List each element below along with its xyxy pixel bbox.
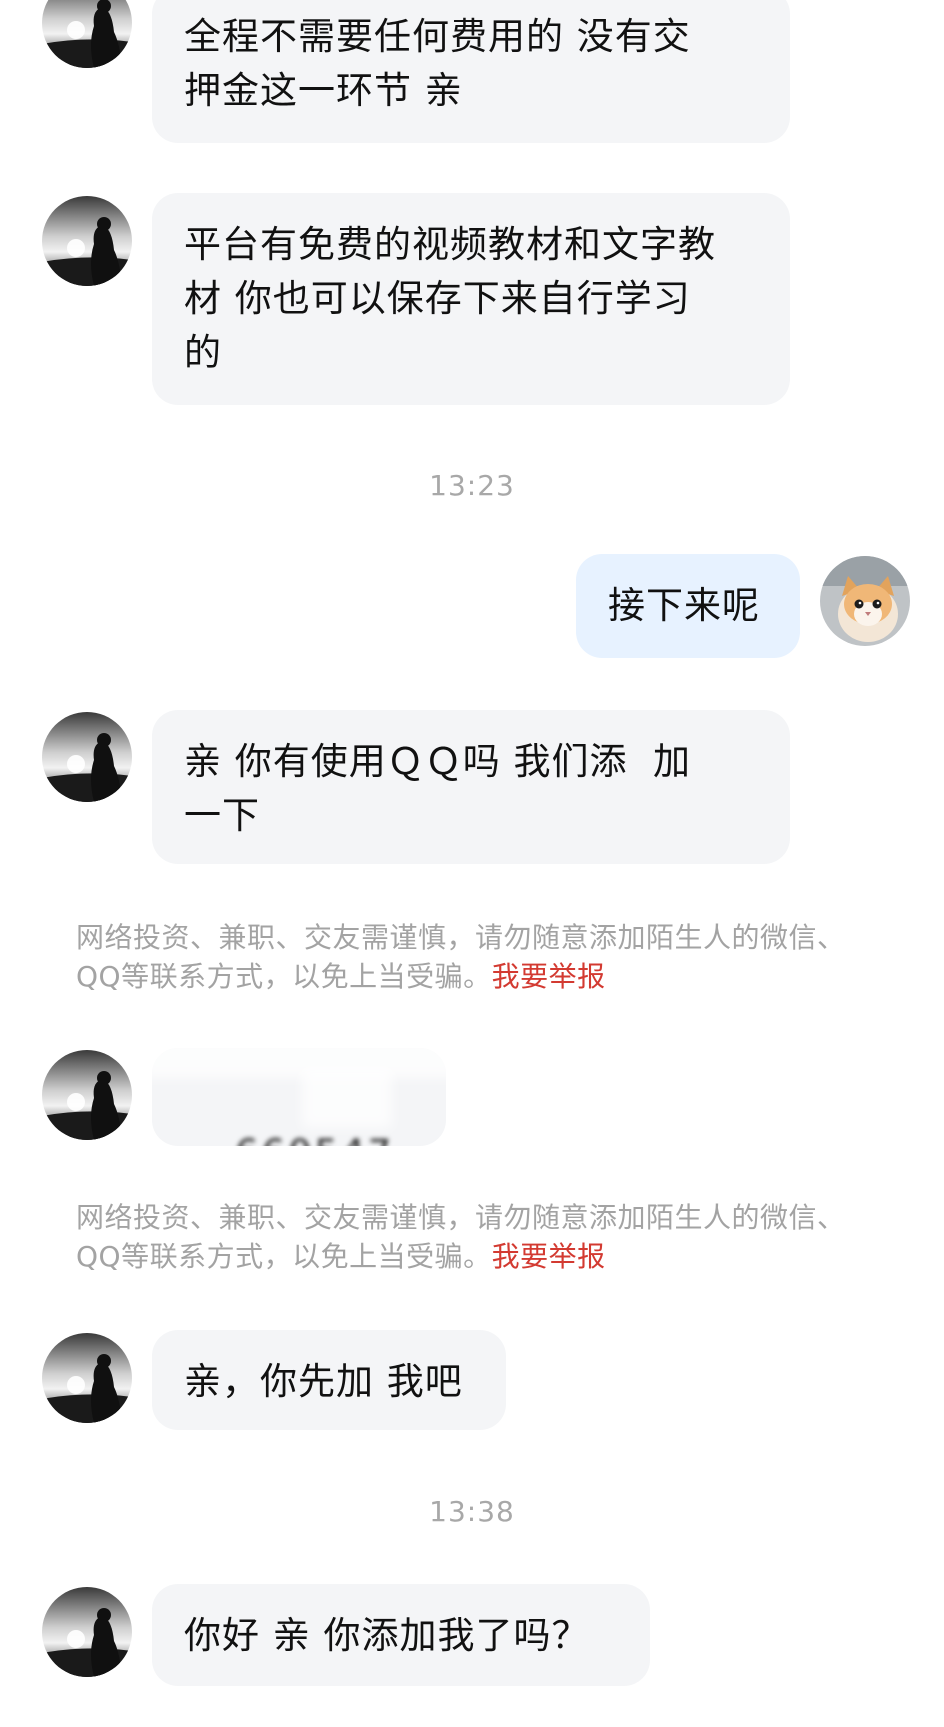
timestamp: 13:38 [429, 1495, 515, 1528]
contact-avatar[interactable] [42, 712, 132, 802]
message-bubble[interactable]: 平台有免费的视频教材和文字教 材 你也可以保存下来自行学习 的 [152, 193, 790, 405]
report-link[interactable]: 我要举报 [492, 1240, 606, 1273]
message-bubble[interactable]: 全程不需要任何费用的 没有交 押金这一环节 亲 [152, 0, 790, 143]
contact-avatar[interactable] [42, 1587, 132, 1677]
blur-mask [152, 1048, 446, 1078]
safety-warning: 网络投资、兼职、交友需谨慎，请勿随意添加陌生人的微信、QQ等联系方式，以免上当受… [76, 918, 876, 996]
contact-avatar-icon [42, 0, 132, 68]
timestamp: 13:23 [429, 469, 515, 502]
qq-number: 6605474553 [184, 1132, 394, 1146]
contact-avatar[interactable] [42, 1050, 132, 1140]
message-bubble-outgoing[interactable]: 接下来呢 [576, 554, 800, 658]
user-avatar[interactable] [820, 556, 910, 646]
contact-avatar[interactable] [42, 1333, 132, 1423]
message-bubble-number[interactable]: 6605474553 [152, 1048, 446, 1146]
contact-avatar-icon [42, 1587, 132, 1677]
contact-avatar-icon [42, 1333, 132, 1423]
chat-conversation: 全程不需要任何费用的 没有交 押金这一环节 亲 平台有免费的视频教材和文字教 材… [0, 0, 944, 1727]
report-link[interactable]: 我要举报 [492, 960, 606, 993]
message-bubble[interactable]: 你好 亲 你添加我了吗？ [152, 1584, 650, 1686]
message-bubble[interactable]: 亲 你有使用ＱＱ吗 我们添 加 一下 [152, 710, 790, 864]
message-bubble[interactable]: 亲，你先加 我吧 [152, 1330, 506, 1430]
kitten-avatar-icon [820, 556, 910, 646]
safety-warning-text: 网络投资、兼职、交友需谨慎，请勿随意添加陌生人的微信、QQ等联系方式，以免上当受… [76, 1201, 846, 1273]
safety-warning: 网络投资、兼职、交友需谨慎，请勿随意添加陌生人的微信、QQ等联系方式，以免上当受… [76, 1198, 876, 1276]
contact-avatar-icon [42, 196, 132, 286]
contact-avatar-icon [42, 1050, 132, 1140]
safety-warning-text: 网络投资、兼职、交友需谨慎，请勿随意添加陌生人的微信、QQ等联系方式，以免上当受… [76, 921, 846, 993]
contact-avatar-icon [42, 712, 132, 802]
contact-avatar[interactable] [42, 196, 132, 286]
blur-mask [302, 1068, 392, 1128]
contact-avatar[interactable] [42, 0, 132, 68]
